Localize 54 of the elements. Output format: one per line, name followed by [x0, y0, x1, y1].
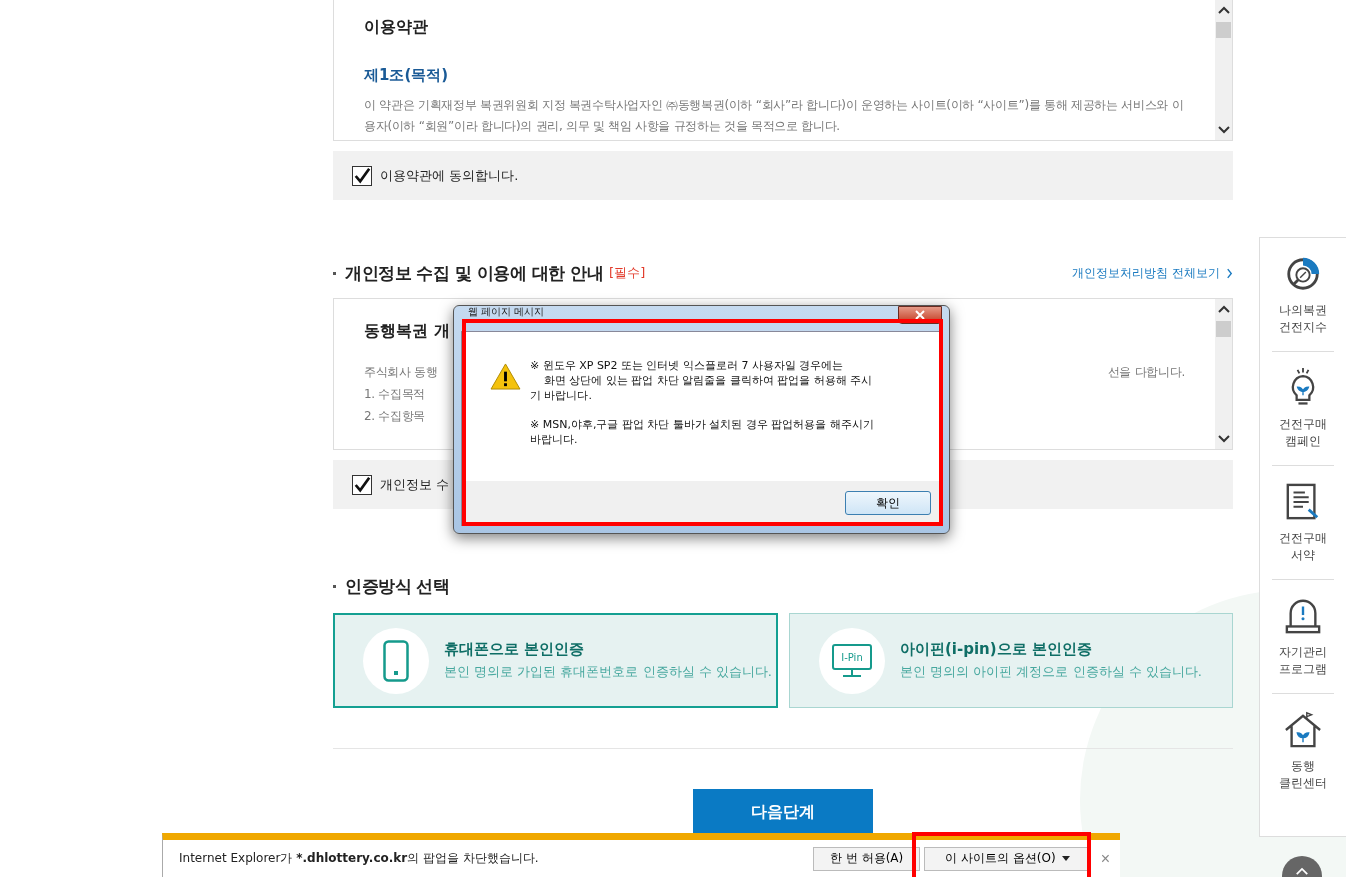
- option-title: 아이핀(i-pin)으로 본인인증: [900, 640, 1093, 659]
- quick-menu-item[interactable]: 나의복권 건전지수: [1272, 238, 1334, 352]
- list-item: 2. 수집항목: [364, 408, 426, 425]
- scroll-thumb[interactable]: [1216, 321, 1231, 337]
- house-icon: [1284, 709, 1322, 750]
- quick-menu-item[interactable]: 건전구매 캠페인: [1272, 352, 1334, 466]
- terms-text: 이 약관은 기획재정부 복권위원회 지정 복권수탁사업자인 ㈜동행복권(이하 “회사”라 합니다)이 운영하는 사이트(이하 “사이트”)를 통해 제공하는 서비스와 이용자(이하 “회원”이라 합니다)의 권리, 의무 및 책임 사항을 규정하는 것을 목적으로 합니다.: [364, 97, 1185, 135]
- quick-menu-item[interactable]: 자기관리 프로그램: [1272, 580, 1334, 694]
- scroll-thumb[interactable]: [1216, 22, 1231, 38]
- quick-menu-item[interactable]: 건전구매 서약: [1272, 466, 1334, 580]
- message-text: ※ 윈도우 XP SP2 또는 인터넷 익스플로러 7 사용자일 경우에는: [530, 358, 844, 373]
- quick-menu-label: 나의복권 건전지수: [1278, 301, 1328, 336]
- phone-icon: [383, 639, 409, 682]
- auth-option-card[interactable]: 휴대폰으로 본인인증 본인 명의로 가입된 휴대폰번호로 인증하실 수 있습니다.: [333, 613, 778, 708]
- quick-menu-label: 동행 클린센터: [1278, 757, 1328, 792]
- list-item: 1. 수집목적: [364, 386, 426, 403]
- checkbox[interactable]: [352, 165, 372, 186]
- required-tag: [필수]: [609, 264, 646, 282]
- option-title: 휴대폰으로 본인인증: [444, 640, 586, 659]
- policy-link[interactable]: 개인정보처리방침 전체보기: [1072, 264, 1220, 282]
- checkbox-label: 이용약관에 동의합니다.: [380, 166, 519, 185]
- chevron-icon: [1226, 267, 1233, 279]
- message-text: 바랍니다.: [530, 432, 578, 447]
- message-text: 기 바랍니다.: [530, 388, 592, 403]
- option-description: 본인 명의의 아이핀 계정으로 인증하실 수 있습니다.: [900, 663, 1202, 681]
- quick-menu-item[interactable]: 동행 클린센터: [1272, 694, 1334, 807]
- quick-menu-label: 건전구매 서약: [1278, 529, 1328, 564]
- section-title: 인증방식 선택: [345, 574, 450, 598]
- article-title: 제1조(목적): [364, 66, 450, 85]
- terms-title: 이용약관: [364, 17, 429, 38]
- ok-button[interactable]: 확인: [845, 491, 931, 515]
- section-title: 개인정보 수집 및 이용에 대한 안내: [345, 261, 604, 285]
- caret-icon: [1061, 856, 1070, 861]
- allow-once-button[interactable]: 한 번 허용(A): [813, 846, 921, 871]
- privacy-text: 주식회사 동행: [364, 364, 438, 381]
- privacy-text: 선을 다합니다.: [1107, 364, 1185, 381]
- next-step-button[interactable]: 다음단계: [693, 789, 873, 835]
- privacy-title: 동행복권 개: [364, 321, 451, 342]
- checkbox[interactable]: [352, 474, 372, 495]
- checkbox-label: 개인정보 수: [380, 475, 450, 494]
- warning-icon: [490, 363, 521, 390]
- popup-blocked-message: Internet Explorer가 *.dhlottery.co.kr의 팝업을 차단했습니다.: [179, 850, 539, 867]
- option-description: 본인 명의로 가입된 휴대폰번호로 인증하실 수 있습니다.: [444, 663, 772, 681]
- scrollbar[interactable]: [1215, 299, 1232, 449]
- message-text: ※ MSN,야후,구글 팝업 차단 툴바가 설치된 경우 팝업허용을 해주시기: [530, 417, 874, 432]
- quick-menu-label: 건전구매 캠페인: [1278, 415, 1328, 450]
- close-icon: [915, 310, 925, 320]
- close-button[interactable]: ×: [1100, 849, 1110, 868]
- message-text: 화면 상단에 있는 팝업 차단 알림줄을 클릭하여 팝업을 허용해 주시: [543, 373, 873, 388]
- scrollbar[interactable]: [1215, 0, 1232, 140]
- quick-menu-label: 자기관리 프로그램: [1278, 643, 1328, 678]
- dialog-title: 웹 페이지 메시지: [468, 306, 545, 317]
- auth-option-card[interactable]: I-Pin 아이핀(i-pin)으로 본인인증 본인 명의의 아이핀 계정으로 인증하실 수 있습니다.: [789, 613, 1233, 708]
- chevron-up-icon: [1295, 867, 1309, 876]
